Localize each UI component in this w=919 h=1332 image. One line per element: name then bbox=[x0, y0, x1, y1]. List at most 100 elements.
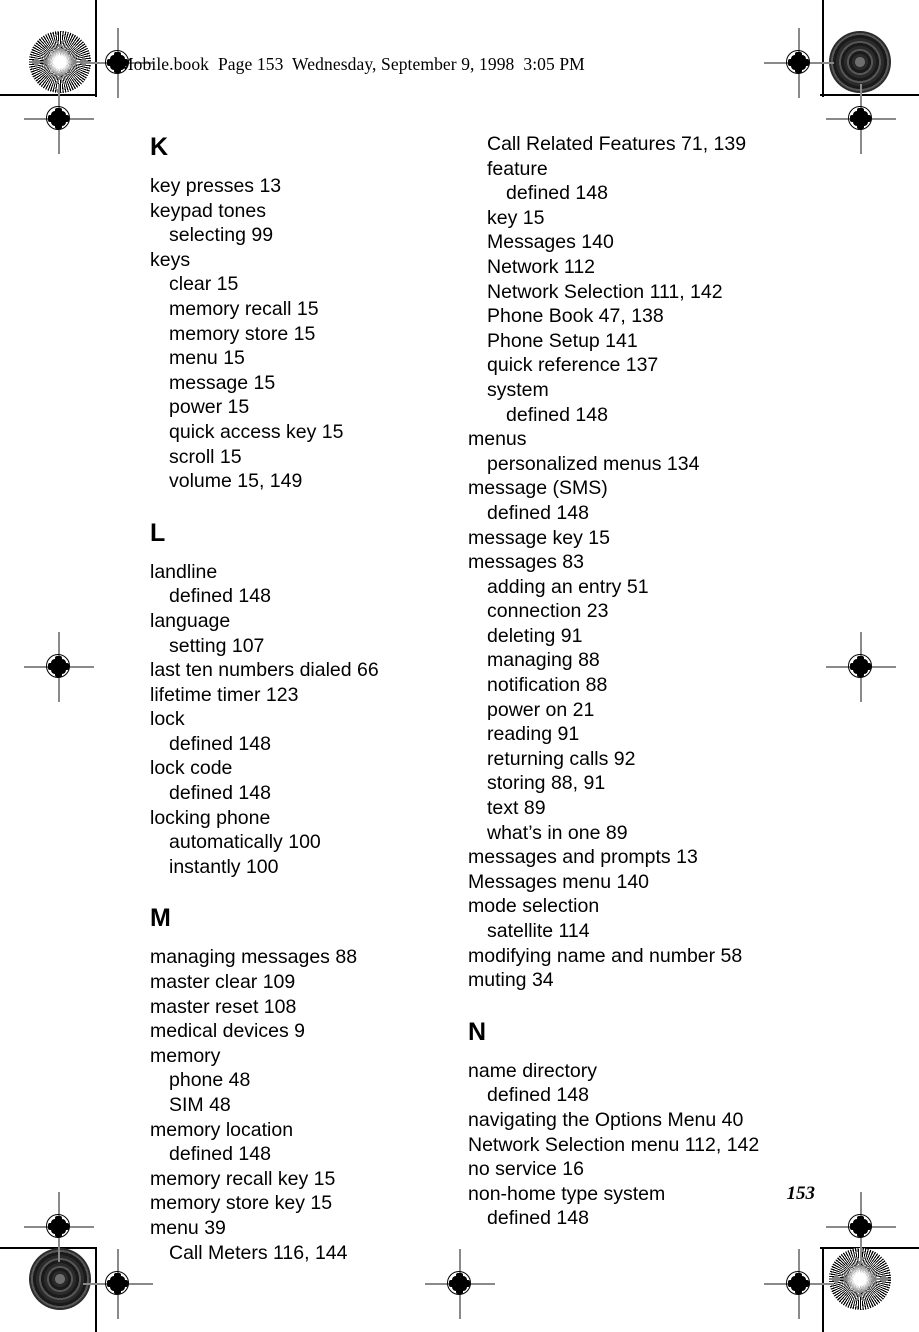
index-entry: memory location bbox=[150, 1118, 294, 1141]
index-entry: defined 148 bbox=[169, 782, 271, 805]
index-entry: Call Meters 116, 144 bbox=[169, 1241, 348, 1264]
crosshair-center-dot bbox=[48, 656, 69, 677]
registration-crosshair-middle-right bbox=[826, 632, 896, 702]
index-entry: notification 88 bbox=[487, 674, 608, 697]
index-entry: defined 148 bbox=[506, 182, 608, 205]
index-letter-heading-K: K bbox=[150, 133, 169, 161]
index-entry: adding an entry 51 bbox=[487, 575, 649, 598]
index-entry: reading 91 bbox=[487, 723, 580, 746]
index-entry: messages and prompts 13 bbox=[468, 846, 698, 869]
index-entry: message 15 bbox=[169, 371, 276, 394]
index-entry: quick access key 15 bbox=[169, 420, 344, 443]
index-entry: defined 148 bbox=[169, 585, 271, 608]
registration-crosshair-upper-right bbox=[826, 84, 896, 154]
index-entry: selecting 99 bbox=[169, 224, 274, 247]
index-entry: lifetime timer 123 bbox=[150, 683, 299, 706]
index-entry: clear 15 bbox=[169, 273, 239, 296]
index-entry: keys bbox=[150, 248, 191, 271]
index-entry: scroll 15 bbox=[169, 445, 242, 468]
crosshair-center-dot bbox=[850, 1216, 871, 1237]
index-entry: managing messages 88 bbox=[150, 946, 358, 969]
crosshair-center-dot bbox=[48, 1216, 69, 1237]
index-entry: Network 112 bbox=[487, 255, 596, 278]
registration-crosshair-upper-left bbox=[24, 84, 94, 154]
index-entry: message (SMS) bbox=[468, 477, 608, 500]
registration-crosshair-middle-left bbox=[24, 632, 94, 702]
index-entry: key 15 bbox=[487, 206, 545, 229]
index-entry: mode selection bbox=[468, 895, 600, 918]
index-entry: volume 15, 149 bbox=[169, 470, 303, 493]
index-entry: automatically 100 bbox=[169, 831, 321, 854]
index-entry: storing 88, 91 bbox=[487, 772, 606, 795]
index-column-right: Call Related Features 71, 139 feature defi… bbox=[468, 132, 788, 1231]
index-entry: keypad tones bbox=[150, 199, 267, 222]
index-entry: Messages menu 140 bbox=[468, 870, 650, 893]
index-entry: satellite 114 bbox=[487, 920, 590, 942]
index-entry: memory store 15 bbox=[169, 322, 316, 345]
index-entry: returning calls 92 bbox=[487, 747, 636, 770]
index-entry: connection 23 bbox=[487, 600, 609, 623]
index-entry: last ten numbers dialed 66 bbox=[150, 659, 379, 682]
index-entry: memory recall 15 bbox=[169, 297, 319, 320]
crosshair-center-dot bbox=[850, 108, 871, 129]
index-entry: menu 15 bbox=[169, 347, 245, 370]
index-entry: defined 148 bbox=[487, 1084, 589, 1107]
index-entry: name directory bbox=[468, 1059, 597, 1082]
index-entry: modifying name and number 58 bbox=[468, 944, 743, 967]
crosshair-center-dot bbox=[449, 1273, 470, 1294]
index-entry: master reset 108 bbox=[150, 995, 297, 1018]
index-entry: setting 107 bbox=[169, 634, 265, 657]
index-entry: menus bbox=[468, 428, 527, 451]
crosshair-center-dot bbox=[788, 52, 809, 73]
index-entry: muting 34 bbox=[468, 969, 554, 992]
index-entry: navigating the Options Menu 40 bbox=[468, 1108, 744, 1131]
index-entry: Messages 140 bbox=[487, 231, 614, 254]
index-entry: memory bbox=[150, 1044, 221, 1067]
index-entry: SIM 48 bbox=[169, 1094, 231, 1116]
index-entry: defined 148 bbox=[169, 732, 271, 755]
index-entry: Phone Book 47, 138 bbox=[487, 305, 664, 328]
manual-index-page: Mobile.book Page 153 Wednesday, Septembe… bbox=[0, 0, 919, 1332]
index-entry: Network Selection menu 112, 142 bbox=[468, 1133, 760, 1156]
index-entry: memory recall key 15 bbox=[150, 1167, 336, 1190]
index-entry: lock code bbox=[150, 757, 233, 780]
index-entry: feature bbox=[487, 157, 548, 180]
index-entry: defined 148 bbox=[169, 1143, 271, 1166]
index-entry: non-home type system bbox=[468, 1182, 666, 1205]
index-column-left: Kkey presses 13 keypad tones selecting 99 k… bbox=[150, 132, 450, 1265]
index-entry: Phone Setup 141 bbox=[487, 329, 638, 352]
index-entry: medical devices 9 bbox=[150, 1020, 305, 1043]
index-entry: Network Selection 111, 142 bbox=[487, 280, 723, 303]
index-entry: personalized menus 134 bbox=[487, 452, 700, 475]
index-entry: locking phone bbox=[150, 806, 271, 829]
index-letter-heading-N: N bbox=[468, 1017, 487, 1046]
index-entry: Call Related Features 71, 139 bbox=[487, 133, 747, 155]
index-entry: phone 48 bbox=[169, 1069, 251, 1092]
index-entry: no service 16 bbox=[468, 1158, 584, 1181]
index-entry: messages 83 bbox=[468, 551, 584, 574]
index-entry: key presses 13 bbox=[150, 175, 282, 197]
running-head: Mobile.book Page 153 Wednesday, Septembe… bbox=[118, 54, 585, 74]
index-entry: lock bbox=[150, 708, 185, 731]
index-entry: power on 21 bbox=[487, 698, 595, 721]
page-number: 153 bbox=[786, 1183, 816, 1204]
index-entry: instantly 100 bbox=[169, 855, 279, 878]
registration-crosshair-top-right bbox=[764, 28, 834, 98]
index-entry: message key 15 bbox=[468, 526, 610, 549]
index-entry: deleting 91 bbox=[487, 624, 583, 647]
registration-crosshair-lower-right bbox=[826, 1192, 896, 1262]
index-entry: text 89 bbox=[487, 797, 546, 820]
index-entry: language bbox=[150, 609, 231, 632]
index-entry: menu 39 bbox=[150, 1216, 226, 1239]
index-entry: defined 148 bbox=[487, 501, 589, 524]
index-entry: quick reference 137 bbox=[487, 354, 659, 377]
index-letter-heading-M: M bbox=[150, 904, 171, 933]
index-entry: defined 148 bbox=[506, 403, 608, 426]
index-entry: what’s in one 89 bbox=[487, 821, 628, 844]
index-entry: defined 148 bbox=[487, 1207, 589, 1230]
index-letter-heading-L: L bbox=[150, 518, 166, 547]
index-entry: managing 88 bbox=[487, 649, 600, 672]
index-entry: memory store key 15 bbox=[150, 1192, 333, 1215]
index-entry: master clear 109 bbox=[150, 971, 296, 994]
crosshair-center-dot bbox=[850, 656, 871, 677]
